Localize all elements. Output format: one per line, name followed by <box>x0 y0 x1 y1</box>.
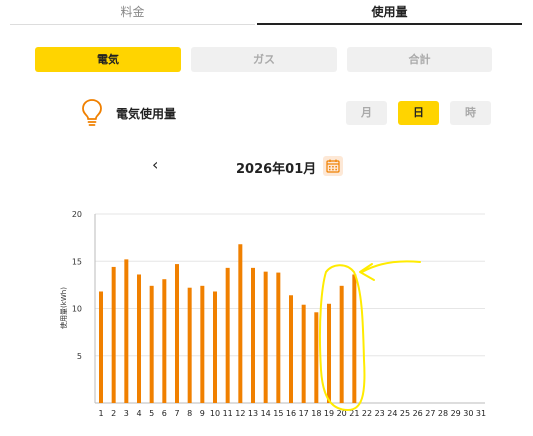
x-tick-label: 18 <box>311 409 321 418</box>
bar-day-9 <box>200 285 205 403</box>
bar-day-7 <box>175 264 179 403</box>
x-tick-label: 11 <box>223 409 233 418</box>
bar-day-3 <box>124 259 129 403</box>
bar-day-14 <box>263 271 268 403</box>
x-tick-label: 25 <box>400 409 410 418</box>
bar-day-4 <box>137 274 141 403</box>
annotation-arrow-line <box>361 260 421 273</box>
x-tick-label: 1 <box>98 409 103 418</box>
x-tick-label: 7 <box>174 409 179 418</box>
calendar-icon <box>326 159 340 173</box>
x-tick-label: 5 <box>149 409 154 418</box>
x-tick-label: 12 <box>235 409 245 418</box>
x-tick-label: 19 <box>324 409 334 418</box>
bar-day-18 <box>314 312 319 403</box>
usage-tabs: 料金 使用量 <box>0 0 533 26</box>
total-button[interactable]: 合計 <box>347 47 492 72</box>
period-month-button[interactable]: 月 <box>346 101 387 125</box>
x-tick-label: 6 <box>162 409 167 418</box>
y-tick-label: 20 <box>72 210 82 219</box>
electricity-button[interactable]: 電気 <box>35 47 181 72</box>
usage-bar-chart: 5101520使用量(kWh)1 2 3 4 5 6 7 8 9 10 11 12 13 14 15 16 17… <box>59 210 486 418</box>
bar-day-13 <box>251 267 255 403</box>
bar-day-10 <box>213 291 217 403</box>
x-tick-label: 31 <box>476 409 486 418</box>
x-tick-label: 23 <box>375 409 385 418</box>
bar-day-8 <box>187 287 192 403</box>
x-tick-label: 24 <box>387 409 397 418</box>
bar-day-6 <box>162 279 167 403</box>
bar-day-12 <box>238 244 243 403</box>
period-day-button[interactable]: 日 <box>398 101 439 125</box>
x-tick-label: 4 <box>136 409 141 418</box>
usage-title: 電気使用量 <box>116 107 177 121</box>
bar-day-2 <box>111 266 116 403</box>
x-tick-label: 9 <box>200 409 205 418</box>
x-tick-label: 3 <box>124 409 129 418</box>
bar-day-21 <box>352 274 357 403</box>
period-hour-button[interactable]: 時 <box>450 101 491 125</box>
x-tick-label: 29 <box>451 409 461 418</box>
bar-day-19 <box>327 303 331 403</box>
y-tick-label: 15 <box>72 257 82 266</box>
x-tick-label: 26 <box>413 409 423 418</box>
x-tick-label: 15 <box>273 409 283 418</box>
calendar-button[interactable] <box>323 156 343 176</box>
x-tick-label: 10 <box>210 409 220 418</box>
lightbulb-icon <box>82 99 102 126</box>
bar-day-5 <box>149 285 154 403</box>
bar-day-20 <box>339 285 344 403</box>
x-tick-label: 8 <box>187 409 192 418</box>
x-tick-label: 16 <box>286 409 296 418</box>
x-tick-label: 28 <box>438 409 448 418</box>
tab-usage[interactable]: 使用量 <box>257 0 522 25</box>
x-tick-label: 13 <box>248 409 258 418</box>
bar-day-11 <box>225 267 230 403</box>
y-tick-label: 10 <box>72 305 82 314</box>
y-tick-label: 5 <box>77 352 82 361</box>
x-tick-label: 22 <box>362 409 372 418</box>
bar-day-17 <box>301 304 306 403</box>
x-tick-label: 2 <box>111 409 116 418</box>
y-axis-label: 使用量(kWh) <box>59 287 68 329</box>
bar-day-1 <box>99 291 103 403</box>
current-month-label: 2026年01月 <box>236 162 317 177</box>
bar-day-15 <box>276 272 281 403</box>
tab-fee[interactable]: 料金 <box>10 0 255 25</box>
x-tick-label: 14 <box>261 409 271 418</box>
bar-day-16 <box>289 295 293 403</box>
x-tick-label: 30 <box>463 409 473 418</box>
x-tick-label: 27 <box>425 409 435 418</box>
x-tick-label: 17 <box>299 409 309 418</box>
prev-month-button[interactable]: ‹ <box>152 155 158 174</box>
gas-button[interactable]: ガス <box>191 47 337 72</box>
